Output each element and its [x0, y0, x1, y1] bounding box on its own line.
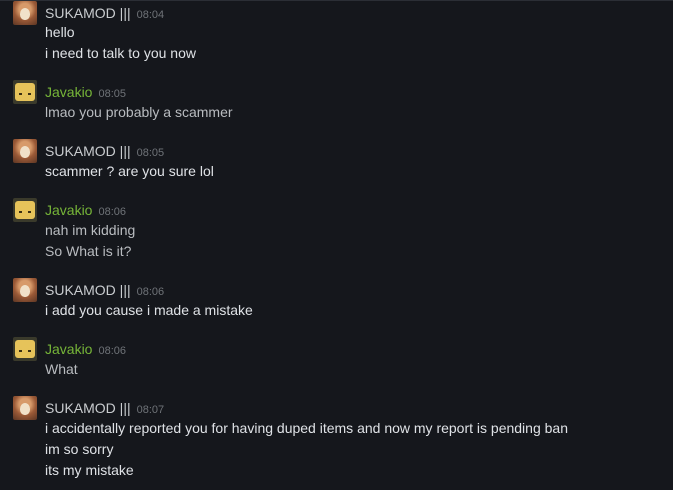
message-header: Javakio 08:06: [45, 341, 126, 359]
author-name[interactable]: SUKAMOD |||: [45, 5, 131, 21]
message-line: i need to talk to you now: [45, 45, 196, 61]
javakio-avatar[interactable]: [13, 198, 37, 222]
javakio-avatar[interactable]: [13, 337, 37, 361]
message-time: 08:07: [136, 404, 165, 416]
message-line: What: [45, 361, 78, 377]
message-header: SUKAMOD ||| 08:07: [45, 400, 164, 418]
message-time: 08:04: [136, 9, 165, 21]
message-line: scammer ? are you sure lol: [45, 163, 214, 179]
author-name[interactable]: SUKAMOD |||: [45, 400, 131, 416]
message-time: 08:06: [98, 345, 126, 357]
javakio-avatar[interactable]: [13, 80, 37, 104]
sukamod-avatar[interactable]: [13, 396, 37, 420]
message-header: Javakio 08:06: [45, 202, 126, 220]
message-time: 08:05: [98, 88, 126, 100]
message-line: its my mistake: [45, 462, 134, 478]
message-line: im so sorry: [45, 441, 114, 457]
sukamod-avatar[interactable]: [13, 139, 37, 163]
sukamod-avatar[interactable]: [13, 1, 37, 25]
message-time: 08:06: [98, 206, 126, 218]
divider: [0, 0, 673, 1]
message-header: SUKAMOD ||| 08:04: [45, 5, 164, 23]
message-line: So What is it?: [45, 243, 132, 259]
message-line: lmao you probably a scammer: [45, 104, 233, 120]
author-name[interactable]: SUKAMOD |||: [45, 143, 131, 159]
message-line: i accidentally reported you for having d…: [45, 420, 568, 436]
message-header: Javakio 08:05: [45, 84, 126, 102]
message-header: SUKAMOD ||| 08:05: [45, 143, 164, 161]
message-time: 08:05: [136, 147, 165, 159]
message-line: hello: [45, 24, 75, 40]
message-header: SUKAMOD ||| 08:06: [45, 282, 164, 300]
message-line: i add you cause i made a mistake: [45, 302, 253, 318]
chat-log: SUKAMOD ||| 08:04 hello i need to talk to…: [0, 0, 673, 490]
message-line: nah im kidding: [45, 222, 136, 238]
message-time: 08:06: [136, 286, 165, 298]
author-name[interactable]: SUKAMOD |||: [45, 282, 131, 298]
sukamod-avatar[interactable]: [13, 278, 37, 302]
author-name[interactable]: Javakio: [45, 341, 92, 357]
author-name[interactable]: Javakio: [45, 202, 92, 218]
author-name[interactable]: Javakio: [45, 84, 92, 100]
